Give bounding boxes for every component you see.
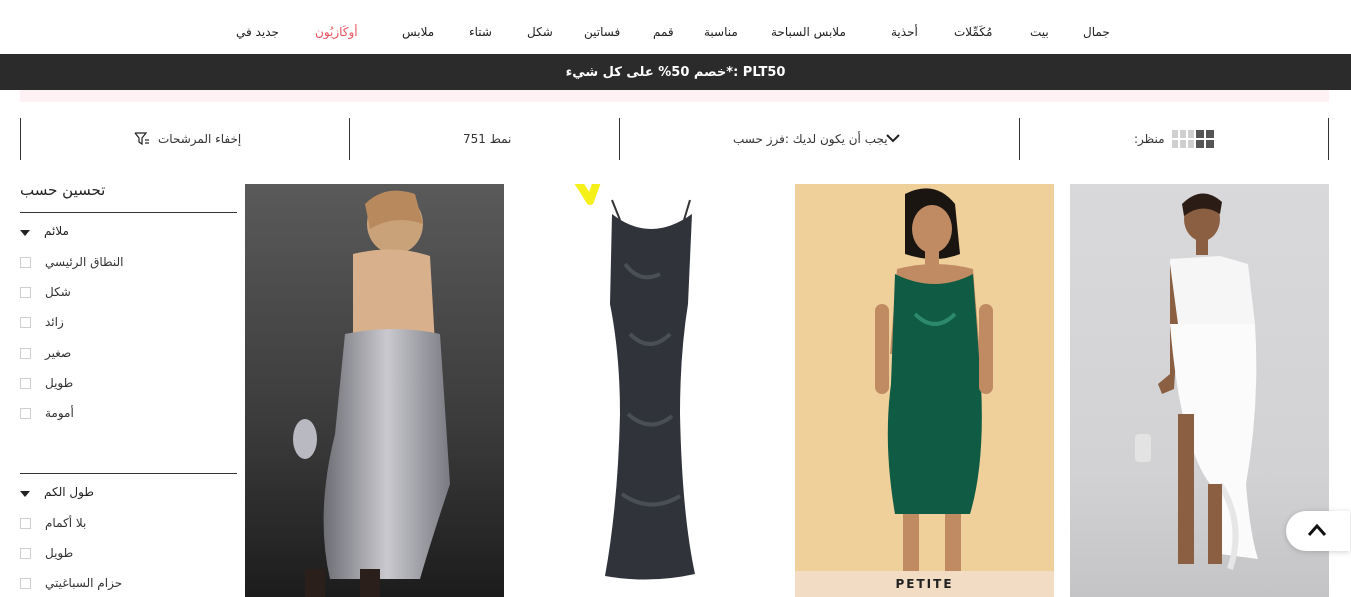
annotation-checkmark: [574, 184, 601, 205]
checkbox[interactable]: [20, 257, 31, 268]
toolbar-divider: [349, 118, 350, 160]
nav-item-shoes[interactable]: أحذية: [891, 25, 918, 39]
style-count: نمط 751: [463, 132, 512, 146]
product-card[interactable]: PETITE: [795, 184, 1054, 597]
checkbox[interactable]: [20, 348, 31, 359]
sidebar-divider: [20, 473, 237, 474]
toolbar-divider: [1328, 118, 1329, 160]
nav-item-occasion[interactable]: مناسبة: [704, 25, 738, 39]
nav-item-winter[interactable]: شتاء: [469, 25, 492, 39]
caret-down-icon: [20, 491, 30, 497]
nav-item-shape[interactable]: شكل: [527, 25, 553, 39]
refine-by-title: تحسين حسب: [20, 181, 106, 199]
checkbox[interactable]: [20, 518, 31, 529]
nav-item-beauty[interactable]: جمال: [1083, 25, 1110, 39]
product-image[interactable]: [520, 184, 779, 597]
petite-label: PETITE: [795, 571, 1054, 597]
sort-dropdown[interactable]: يجب أن يكون لديك :فرز حسب: [733, 118, 908, 160]
listing-toolbar: :منظر يجب أن يكون لديك :فرز حسب نمط 751 …: [20, 118, 1329, 160]
filter-option-label: شكل: [45, 285, 71, 299]
caret-down-icon: [20, 230, 30, 236]
filter-option-label: صغير: [45, 346, 72, 360]
filter-icon: [134, 132, 149, 146]
nav-item-tops[interactable]: قمم: [653, 25, 674, 39]
filter-option-label: بلا أكمام: [45, 516, 87, 530]
product-card[interactable]: [245, 184, 504, 597]
notice-band: [20, 90, 1329, 102]
nav-item-dresses[interactable]: فساتين: [584, 25, 620, 39]
checkbox[interactable]: [20, 548, 31, 559]
nav-item-home[interactable]: بيت: [1030, 25, 1049, 39]
toolbar-divider: [20, 118, 21, 160]
nav-item-clothing[interactable]: ملابس: [402, 25, 434, 39]
sidebar-divider: [20, 212, 237, 213]
hide-filters-button[interactable]: إخفاء المرشحات: [132, 118, 242, 160]
grid-view-toggle[interactable]: [1172, 130, 1216, 148]
scroll-to-top-button[interactable]: [1286, 511, 1350, 551]
toolbar-divider: [1019, 118, 1020, 160]
product-image[interactable]: [795, 184, 1054, 597]
product-image[interactable]: [245, 184, 504, 597]
view-label: :منظر: [1134, 132, 1165, 146]
checkbox[interactable]: [20, 317, 31, 328]
grid-3-icon[interactable]: [1172, 130, 1194, 148]
hide-filters-label: إخفاء المرشحات: [158, 132, 242, 146]
nav-item-new-in[interactable]: جديد في: [236, 25, 279, 39]
filter-option-label: النطاق الرئيسي: [45, 255, 124, 269]
checkbox[interactable]: [20, 378, 31, 389]
promo-text: PLT50 :*خصم 50% على كل شيء: [565, 64, 786, 80]
product-card[interactable]: [520, 184, 779, 597]
checkbox[interactable]: [20, 578, 31, 589]
toolbar-divider: [619, 118, 620, 160]
top-navigation: جمال بيت مُكَمِّلات أحذية ملابس السباحة …: [0, 0, 1351, 54]
grid-2-icon[interactable]: [1196, 130, 1216, 148]
promo-banner[interactable]: PLT50 :*خصم 50% على كل شيء: [0, 54, 1351, 90]
sort-label: يجب أن يكون لديك :فرز حسب: [733, 132, 888, 146]
filter-group-label[interactable]: ملائم: [44, 224, 69, 238]
chevron-down-icon: [886, 134, 900, 143]
filter-group-label[interactable]: طول الكم: [44, 485, 94, 499]
nav-item-accessories[interactable]: مُكَمِّلات: [954, 25, 992, 39]
filter-option-label: حزام السباغيتي: [45, 576, 123, 590]
filter-option-label: أمومة: [45, 406, 74, 420]
checkbox[interactable]: [20, 287, 31, 298]
chevron-up-icon: [1307, 523, 1327, 536]
filter-option-label: طويل: [45, 376, 74, 390]
checkbox[interactable]: [20, 408, 31, 419]
filter-option-label: زائد: [45, 315, 64, 329]
nav-item-sale[interactable]: أوكَازيُون: [315, 25, 358, 39]
nav-item-swimwear[interactable]: ملابس السباحة: [771, 25, 846, 39]
filter-option-label: طويل: [45, 546, 74, 560]
